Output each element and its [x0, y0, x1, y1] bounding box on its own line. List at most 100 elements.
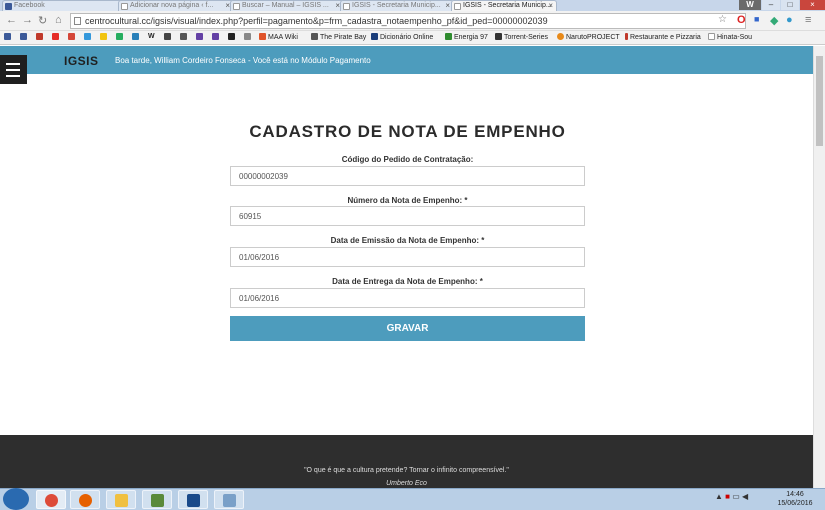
pedido-input[interactable]: [230, 166, 585, 186]
url-text: centrocultural.cc/igsis/visual/index.php…: [85, 16, 548, 26]
volume-icon[interactable]: ◀: [742, 492, 748, 501]
page-icon: [343, 3, 350, 10]
extension-icon[interactable]: ■: [754, 14, 759, 24]
bookmark-icon[interactable]: [244, 33, 253, 41]
bookmark-icon[interactable]: [180, 33, 189, 41]
restaurante-icon: [625, 33, 628, 40]
bookmark-dicionario[interactable]: Dicionário Online: [371, 33, 433, 41]
taskbar-notepad[interactable]: [142, 490, 172, 509]
save-button[interactable]: GRAVAR: [230, 316, 585, 341]
show-hidden-icon[interactable]: ▲: [715, 492, 723, 501]
tab-buscar[interactable]: Buscar – Manual – IGSIS ... ×: [230, 0, 344, 11]
network-icon[interactable]: ▭: [732, 492, 740, 501]
home-icon[interactable]: ⌂: [55, 14, 62, 26]
nota-empenho-input[interactable]: [230, 206, 585, 226]
tab-label: IGSIS - Secretaria Municip...: [352, 2, 441, 9]
tab-igsis-1[interactable]: IGSIS - Secretaria Municip... ×: [340, 0, 454, 11]
bookmark-star-icon[interactable]: ☆: [718, 14, 727, 25]
bookmark-icon[interactable]: [116, 33, 125, 41]
chrome-icon: [45, 494, 58, 507]
dicionario-icon: [371, 33, 378, 40]
energia-icon: [445, 33, 452, 40]
wikipedia-icon[interactable]: W: [148, 33, 155, 40]
system-tray: ▲ ■ ▭ ◀: [715, 492, 748, 501]
opera-extension-icon[interactable]: O: [737, 14, 746, 26]
data-entrega-input[interactable]: [230, 288, 585, 308]
bookmark-icon[interactable]: [36, 33, 45, 41]
address-bar[interactable]: centrocultural.cc/igsis/visual/index.php…: [70, 13, 746, 29]
maa-wiki-icon: [259, 33, 266, 40]
nota-empenho-label: Número da Nota de Empenho: *: [347, 196, 468, 205]
bookmarks-bar: W MAA Wiki The Pirate Bay Dicionário Onl…: [0, 31, 825, 45]
tab-strip: Facebook × Adicionar nova página ‹ f... …: [0, 0, 825, 11]
hamburger-menu-button[interactable]: [0, 55, 27, 84]
footer-author: Umberto Eco: [386, 480, 427, 487]
bookmark-maa-wiki[interactable]: MAA Wiki: [259, 33, 298, 41]
tab-label: Adicionar nova página ‹ f...: [130, 2, 214, 9]
pirate-bay-icon: [311, 33, 318, 40]
page-icon: [233, 3, 240, 10]
tab-facebook[interactable]: Facebook ×: [2, 0, 126, 11]
facebook-icon[interactable]: [20, 33, 29, 41]
extension-icon[interactable]: ●: [786, 14, 793, 26]
bookmark-hinata[interactable]: Hinata-Sou: [708, 33, 752, 41]
browser-toolbar: ← → ↻ ⌂ centrocultural.cc/igsis/visual/i…: [0, 11, 825, 31]
paint-icon: [223, 494, 236, 507]
bookmark-icon[interactable]: [212, 33, 221, 41]
gmail-icon[interactable]: [68, 33, 77, 41]
clock-date: 15/06/2016: [777, 500, 813, 507]
taskbar-firefox[interactable]: [70, 490, 100, 509]
bookmark-torrent[interactable]: Torrent-Series: [495, 33, 548, 41]
bookmark-icon[interactable]: [228, 33, 237, 41]
start-button[interactable]: [3, 488, 29, 510]
taskbar-chrome[interactable]: [36, 490, 66, 509]
minimize-icon[interactable]: –: [762, 0, 780, 10]
flag-icon[interactable]: ■: [725, 492, 730, 501]
bookmark-restaurante[interactable]: Restaurante e Pizzaria: [625, 33, 701, 41]
drive-icon[interactable]: [100, 33, 109, 41]
user-greeting: Boa tarde, William Cordeiro Fonseca - Vo…: [115, 56, 371, 65]
scrollbar-thumb[interactable]: [816, 56, 823, 146]
tab-label: Buscar – Manual – IGSIS ...: [242, 2, 329, 9]
menu-icon[interactable]: ≡: [805, 14, 811, 26]
bookmark-icon[interactable]: [164, 33, 173, 41]
page-icon: [121, 3, 128, 10]
close-icon[interactable]: ×: [548, 1, 553, 10]
filezilla-icon: [187, 494, 200, 507]
bookmark-energia[interactable]: Energia 97: [445, 33, 488, 41]
folder-icon: [115, 494, 128, 507]
forward-icon[interactable]: →: [22, 14, 33, 26]
page-info-icon: [74, 17, 81, 25]
torrent-icon: [495, 33, 502, 40]
bookmark-icon[interactable]: [132, 33, 141, 41]
taskbar-clock[interactable]: 14:46 15/06/2016: [775, 490, 815, 508]
app-logo[interactable]: IGSIS: [64, 54, 99, 68]
taskbar-filezilla[interactable]: [178, 490, 208, 509]
data-emissao-input[interactable]: [230, 247, 585, 267]
taskbar-paint[interactable]: [214, 490, 244, 509]
clock-time: 14:46: [786, 491, 804, 498]
reload-icon[interactable]: ↻: [38, 14, 47, 27]
close-icon[interactable]: ×: [445, 1, 450, 10]
tab-adicionar[interactable]: Adicionar nova página ‹ f... ×: [118, 0, 234, 11]
apps-icon[interactable]: [4, 33, 13, 41]
youtube-icon[interactable]: [52, 33, 61, 41]
bookmark-pirate-bay[interactable]: The Pirate Bay: [311, 33, 366, 41]
footer-quote: "O que é que a cultura pretende? Tornar …: [304, 467, 509, 474]
page-title: CADASTRO DE NOTA DE EMPENHO: [249, 122, 566, 141]
taskbar-explorer[interactable]: [106, 490, 136, 509]
bookmark-naruto[interactable]: NarutoPROJECT: [557, 33, 620, 41]
maximize-icon[interactable]: □: [781, 0, 799, 10]
hamburger-icon: [6, 63, 20, 65]
extension-icon[interactable]: ◆: [770, 14, 778, 27]
tab-igsis-active[interactable]: IGSIS - Secretaria Municip... ×: [451, 0, 557, 11]
data-entrega-label: Data de Entrega da Nota de Empenho: *: [332, 277, 483, 286]
twitch-icon[interactable]: [196, 33, 205, 41]
notepad-icon: [151, 494, 164, 507]
page-icon: [454, 3, 461, 10]
close-window-icon[interactable]: ×: [800, 0, 825, 10]
back-icon[interactable]: ←: [6, 14, 17, 26]
bookmark-icon[interactable]: [84, 33, 93, 41]
profile-badge[interactable]: W: [739, 0, 761, 10]
pedido-label: Código do Pedido de Contratação:: [341, 155, 474, 164]
